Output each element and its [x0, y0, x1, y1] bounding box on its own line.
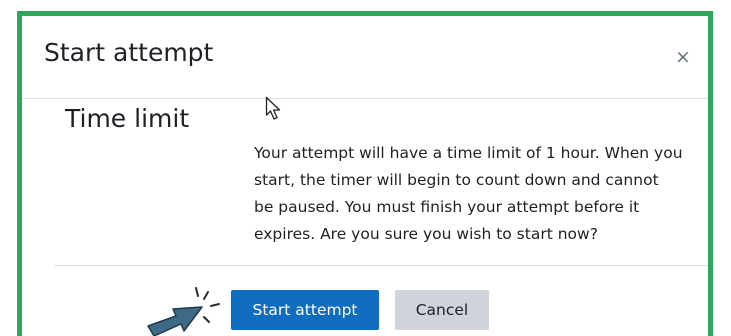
close-icon: ×	[675, 46, 691, 68]
close-button[interactable]: ×	[670, 44, 696, 70]
screenshot-stage: Start attempt × Time limit Your attempt …	[0, 0, 731, 336]
cancel-button[interactable]: Cancel	[395, 290, 489, 330]
start-attempt-dialog: Start attempt × Time limit Your attempt …	[17, 11, 713, 336]
dialog-title: Start attempt	[44, 38, 214, 67]
message-line: expires. Are you sure you wish to start …	[254, 225, 598, 243]
dialog-body: Time limit Your attempt will have a time…	[22, 98, 708, 265]
dialog-footer: Start attempt Cancel	[22, 282, 708, 332]
message-line: Your attempt will have a time limit of 1…	[254, 144, 683, 162]
pointer-arrow-icon	[147, 287, 220, 336]
message-line: start, the timer will begin to count dow…	[254, 171, 659, 189]
footer-divider	[54, 265, 708, 266]
message-line: be paused. You must finish your attempt …	[254, 198, 640, 216]
dialog-header: Start attempt ×	[22, 16, 708, 99]
section-title: Time limit	[65, 104, 190, 133]
mouse-cursor-icon	[265, 96, 281, 120]
start-attempt-button[interactable]: Start attempt	[231, 290, 379, 330]
time-limit-message: Your attempt will have a time limit of 1…	[254, 140, 731, 248]
